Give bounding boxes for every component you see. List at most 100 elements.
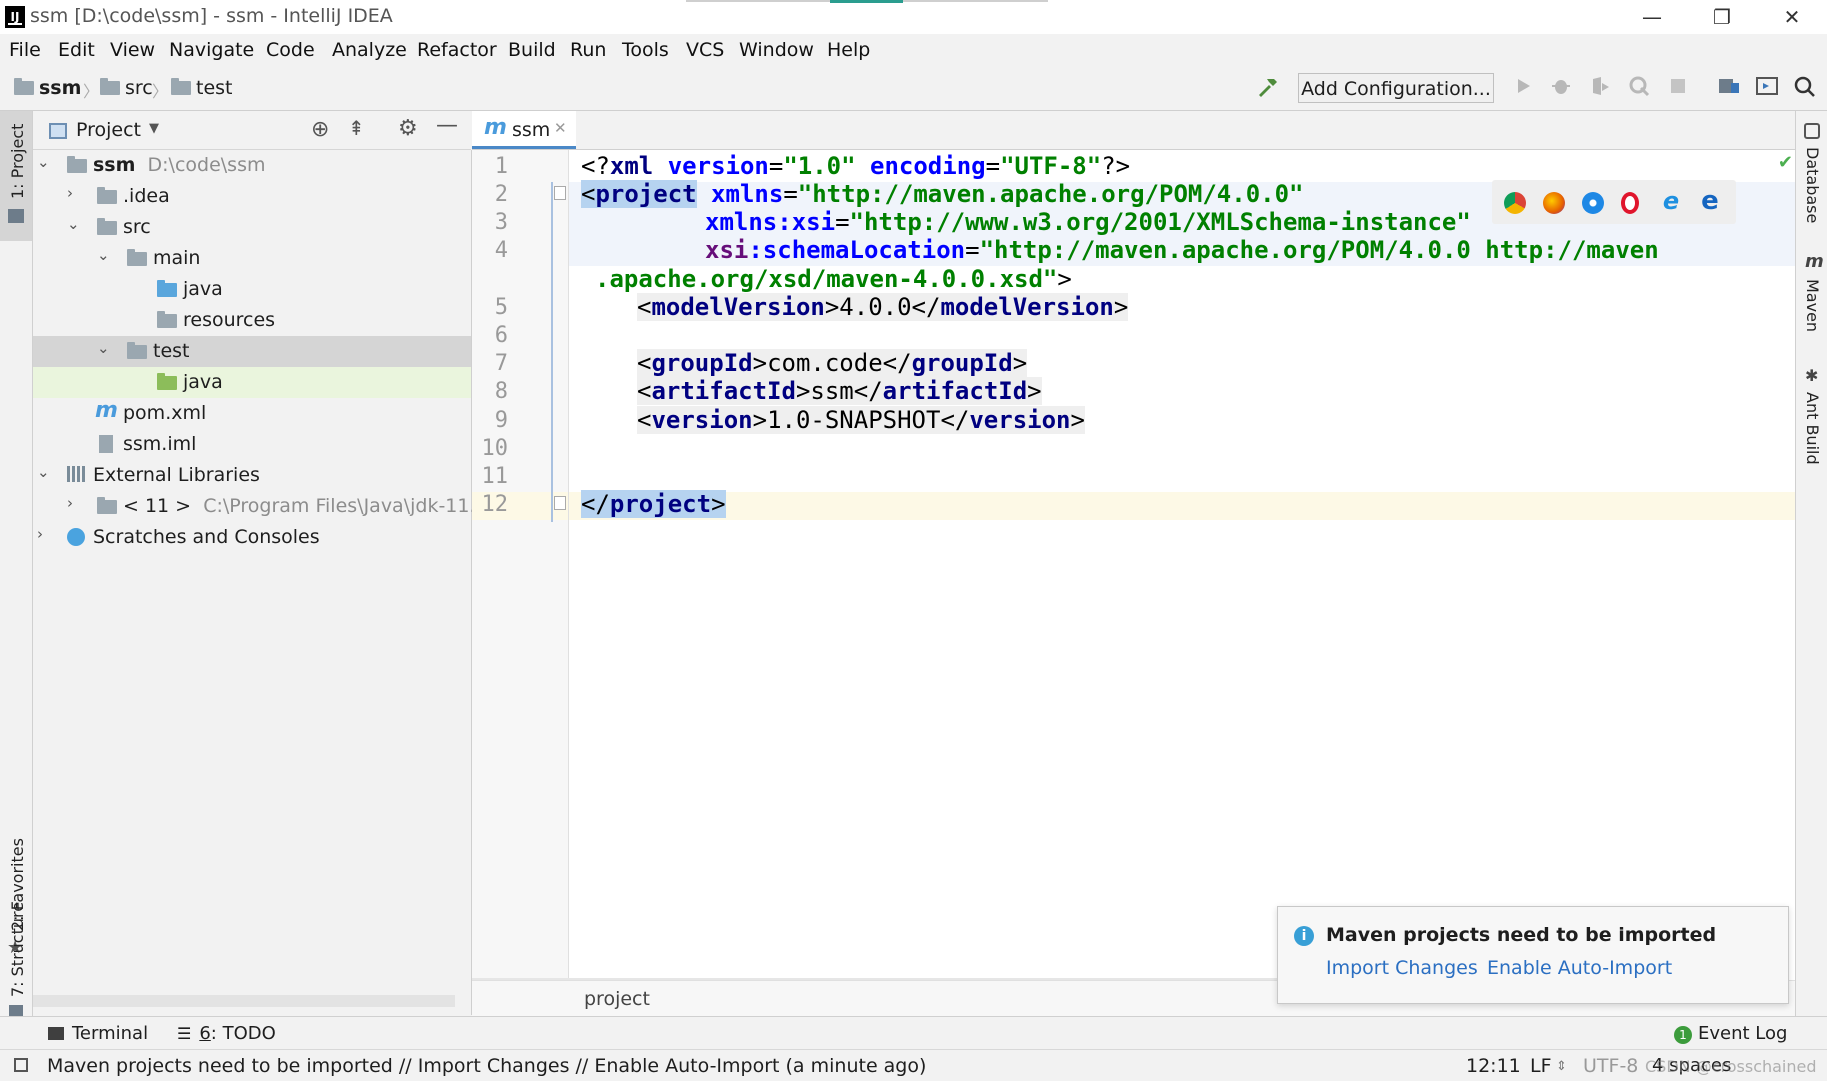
- menu-code[interactable]: Code: [266, 39, 315, 61]
- tok: project: [595, 180, 697, 208]
- menu-navigate[interactable]: Navigate: [169, 39, 254, 61]
- maximize-icon: ❐: [1713, 5, 1731, 29]
- project-view-selector[interactable]: Project: [76, 119, 141, 141]
- profile-icon[interactable]: [1626, 75, 1652, 101]
- chevron-right-icon[interactable]: ›: [67, 184, 73, 202]
- tree-label: java: [183, 278, 223, 300]
- menu-view[interactable]: View: [110, 39, 155, 61]
- edge-icon[interactable]: e: [1699, 188, 1721, 214]
- gear-icon[interactable]: ⚙: [398, 116, 418, 141]
- project-tab-label: 1: Project: [8, 123, 27, 199]
- tree-item-resources[interactable]: resources: [33, 305, 471, 336]
- maven-tool-tab[interactable]: m Maven: [1796, 251, 1827, 351]
- file-encoding[interactable]: UTF-8: [1583, 1055, 1638, 1077]
- chevron-down-icon[interactable]: ⌄: [37, 153, 50, 171]
- horizontal-scrollbar[interactable]: [33, 995, 455, 1007]
- tree-item-main[interactable]: ⌄ main: [33, 243, 471, 274]
- firefox-icon[interactable]: [1543, 192, 1565, 214]
- close-tab-icon[interactable]: ✕: [554, 119, 567, 137]
- menu-vcs[interactable]: VCS: [686, 39, 724, 61]
- menu-analyze[interactable]: Analyze: [332, 39, 407, 61]
- breadcrumb-test[interactable]: test: [171, 77, 233, 99]
- run-anything-icon[interactable]: [1754, 75, 1780, 101]
- ie-icon[interactable]: e: [1660, 189, 1682, 213]
- folder-icon: [97, 218, 117, 235]
- toggle-tool-windows-icon[interactable]: [14, 1058, 28, 1072]
- code-line-3: xmlns:xsi="http://www.w3.org/2001/XMLSch…: [705, 208, 1471, 236]
- menu-help[interactable]: Help: [827, 39, 870, 61]
- tok: :schemaLocation: [748, 236, 966, 264]
- line-separator[interactable]: LF: [1530, 1055, 1552, 1077]
- hide-panel-icon[interactable]: —: [436, 113, 458, 138]
- menu-run[interactable]: Run: [570, 39, 606, 61]
- build-hammer-icon[interactable]: [1255, 75, 1281, 101]
- library-icon: [67, 466, 87, 482]
- menu-build[interactable]: Build: [508, 39, 556, 61]
- search-everywhere-icon[interactable]: [1792, 75, 1818, 101]
- tree-item-ssm[interactable]: ⌄ ssm D:\code\ssm: [33, 150, 471, 181]
- folder-icon: [97, 187, 117, 204]
- menu-tools[interactable]: Tools: [622, 39, 669, 61]
- structure-tool-tab[interactable]: 7: Structure: [0, 871, 32, 1017]
- menu-file[interactable]: File: [9, 39, 41, 61]
- code-line-1: <?xml version="1.0" encoding="UTF-8"?>: [581, 152, 1130, 180]
- chevron-right-icon[interactable]: ›: [67, 494, 73, 512]
- terminal-tool-button[interactable]: Terminal: [48, 1023, 148, 1044]
- collapse-all-icon[interactable]: ⇞: [348, 116, 365, 140]
- chevron-right-icon[interactable]: ›: [37, 525, 43, 543]
- opera-icon[interactable]: [1621, 192, 1639, 214]
- debug-icon[interactable]: [1548, 75, 1574, 101]
- tree-item-external-libraries[interactable]: ⌄ External Libraries: [33, 460, 471, 491]
- chevron-down-icon[interactable]: ⌄: [37, 463, 50, 481]
- fold-marker-icon[interactable]: [554, 496, 566, 510]
- code-editor[interactable]: ✔ <?xml version="1.0" encoding="UTF-8"?>…: [472, 150, 1795, 980]
- tree-item-test-java[interactable]: java: [33, 367, 471, 398]
- fold-marker-icon[interactable]: [554, 186, 566, 200]
- status-message[interactable]: Maven projects need to be imported // Im…: [47, 1055, 926, 1077]
- breadcrumb-src[interactable]: src: [100, 77, 153, 99]
- breadcrumb-ssm[interactable]: ssm: [14, 77, 81, 99]
- project-tool-tab[interactable]: 1: Project: [0, 111, 32, 241]
- project-structure-icon[interactable]: [1716, 75, 1742, 101]
- locate-target-icon[interactable]: ⊕: [311, 117, 329, 142]
- caret-position[interactable]: 12:11: [1466, 1055, 1521, 1077]
- editor-tab-ssm[interactable]: m ssm ✕: [472, 111, 576, 149]
- tree-item-src[interactable]: ⌄ src: [33, 212, 471, 243]
- chevron-down-icon[interactable]: ⌄: [97, 339, 110, 357]
- enable-auto-import-link[interactable]: Enable Auto-Import: [1487, 957, 1672, 979]
- run-with-coverage-icon[interactable]: [1587, 75, 1613, 101]
- safari-icon[interactable]: [1582, 192, 1604, 214]
- tok: xsi: [705, 236, 749, 264]
- minimize-button[interactable]: —: [1617, 0, 1687, 34]
- import-changes-link[interactable]: Import Changes: [1326, 957, 1478, 979]
- chevron-down-icon[interactable]: ⌄: [97, 246, 110, 264]
- menu-window[interactable]: Window: [739, 39, 814, 61]
- tree-label: main: [153, 247, 201, 269]
- add-configuration-button[interactable]: Add Configuration...: [1298, 73, 1494, 103]
- tree-item-main-java[interactable]: java: [33, 274, 471, 305]
- database-tool-tab[interactable]: Database: [1796, 121, 1827, 241]
- menu-edit[interactable]: Edit: [58, 39, 95, 61]
- editor-breadcrumb-project[interactable]: project: [584, 988, 650, 1010]
- tree-item-iml[interactable]: ssm.iml: [33, 429, 471, 460]
- close-button[interactable]: ✕: [1757, 0, 1827, 34]
- stop-icon[interactable]: [1665, 75, 1691, 101]
- event-log-tool-button[interactable]: 1 Event Log: [1674, 1023, 1787, 1044]
- code-line-4-wrap: .apache.org/xsd/maven-4.0.0.xsd">: [595, 265, 1072, 293]
- chevron-down-icon[interactable]: ▼: [149, 121, 159, 136]
- chevron-down-icon[interactable]: ⌄: [67, 215, 80, 233]
- todo-tool-button[interactable]: ☰ 6: TODO: [177, 1023, 276, 1044]
- breadcrumb-separator-icon: 〉: [83, 82, 100, 101]
- chrome-icon[interactable]: [1504, 192, 1526, 214]
- tree-item-scratches[interactable]: › Scratches and Consoles: [33, 522, 471, 553]
- tree-item-idea[interactable]: › .idea: [33, 181, 471, 212]
- run-icon[interactable]: [1510, 75, 1536, 101]
- todo-number: 6: [199, 1023, 211, 1044]
- maximize-button[interactable]: ❐: [1687, 0, 1757, 34]
- menu-refactor[interactable]: Refactor: [417, 39, 497, 61]
- tree-item-pom[interactable]: m pom.xml: [33, 398, 471, 429]
- ant-build-tool-tab[interactable]: ✱ Ant Build: [1796, 366, 1827, 486]
- navigation-bar: ssm 〉 src 〉 test Add Configuration...: [0, 66, 1827, 111]
- tree-item-test[interactable]: ⌄ test: [33, 336, 471, 367]
- tree-item-jdk[interactable]: › < 11 > C:\Program Files\Java\jdk-11.0.…: [33, 491, 506, 522]
